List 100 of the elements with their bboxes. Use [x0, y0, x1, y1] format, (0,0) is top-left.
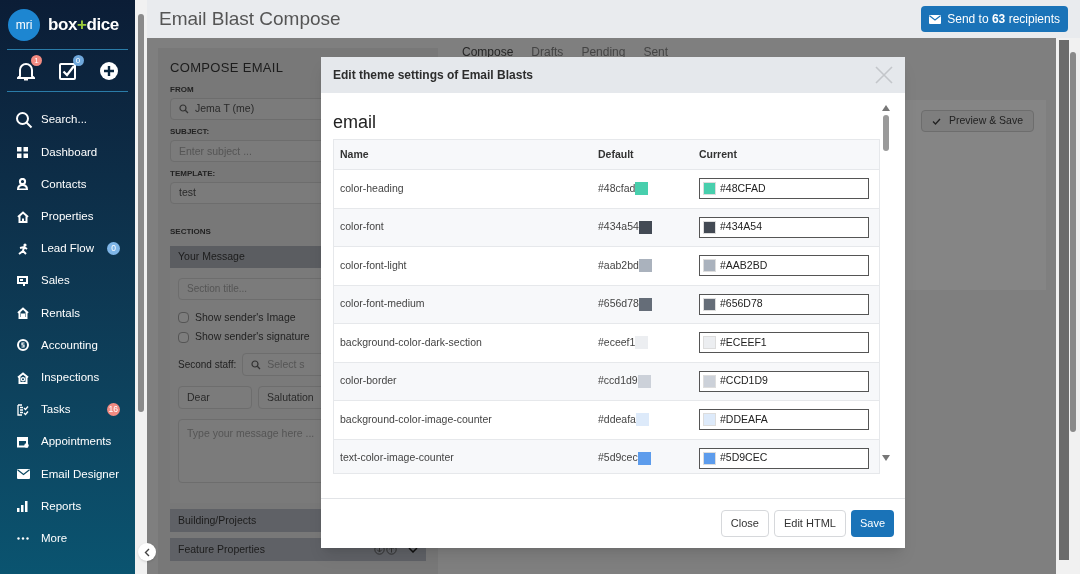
table-cell-text: color-font	[339, 219, 385, 235]
nav-label: Inspections	[41, 369, 100, 385]
color-input[interactable]: #ECEEF1	[699, 332, 869, 354]
person-icon	[17, 178, 28, 191]
coin-icon	[17, 339, 29, 352]
greeting-field[interactable]: Dear	[178, 386, 252, 409]
nav-item[interactable]: Accounting	[7, 329, 128, 362]
scrollbar[interactable]	[1056, 38, 1080, 574]
nav-label: Search...	[41, 112, 88, 128]
column-header: Name	[339, 146, 370, 162]
nav-label: Sales	[41, 273, 70, 289]
color-input[interactable]: #DDEAFA	[699, 409, 869, 431]
nav-item[interactable]: Dashboard	[7, 136, 128, 169]
table-cell-text: #ddeafa	[598, 411, 636, 427]
nav-item[interactable]: Sales	[7, 264, 128, 298]
nav-item[interactable]: Search...	[7, 104, 128, 137]
chevron-left-icon	[144, 547, 150, 557]
scroll-down-icon[interactable]	[882, 455, 890, 461]
check-icon	[931, 117, 941, 125]
nav-label: Rentals	[41, 305, 80, 321]
running-figure-icon	[17, 242, 29, 255]
table-cell-text: #434a54	[598, 219, 639, 235]
scrollbar-thumb[interactable]	[883, 115, 889, 151]
add-icon	[100, 61, 118, 80]
count-badge: 16	[106, 403, 120, 417]
envelope-icon	[929, 14, 942, 24]
field-label: FROM	[170, 83, 194, 96]
house-icon	[17, 307, 29, 320]
page-title: Email Blast Compose	[159, 6, 341, 31]
dialog-button[interactable]: Save	[850, 510, 894, 537]
nav-label: Reports	[41, 498, 82, 514]
checklist-icon	[17, 403, 29, 416]
dialog-button[interactable]: Close	[720, 510, 769, 537]
preview-save-button[interactable]: Preview & Save	[920, 110, 1034, 132]
nav-item[interactable]: Rentals	[7, 297, 128, 330]
nav-item[interactable]: Contacts	[7, 168, 128, 201]
table-cell-text: #aab2bd	[598, 257, 639, 273]
nav-item[interactable]: Tasks 16	[7, 393, 128, 426]
modal-title: Edit theme settings of Email Blasts	[333, 67, 534, 84]
nav-item[interactable]: Inspections	[7, 361, 128, 394]
column-header: Current	[699, 146, 738, 162]
count-badge: 1	[31, 54, 42, 66]
nav-item[interactable]: Lead Flow 0	[7, 232, 128, 265]
nav-label: Dashboard	[41, 144, 98, 160]
register-icon	[17, 275, 28, 287]
brand-name: box+dice	[48, 13, 119, 36]
dialog-button[interactable]: Edit HTML	[773, 510, 846, 537]
search-icon	[15, 111, 33, 130]
checkbox-icon	[58, 61, 77, 80]
field-label: TEMPLATE:	[170, 167, 216, 180]
table-cell-text: color-border	[339, 373, 398, 389]
grid-icon	[17, 146, 28, 158]
color-input[interactable]: #AAB2BD	[699, 255, 869, 277]
field-label: SUBJECT:	[170, 125, 210, 138]
scrollbar[interactable]	[135, 0, 147, 574]
table-cell-text: color-heading	[339, 180, 405, 196]
checkbox-label: Show sender's Image	[195, 309, 296, 325]
table-cell-text: #48cfad	[598, 180, 636, 196]
color-input[interactable]: #48CFAD	[699, 178, 869, 200]
nav-label: More	[41, 530, 68, 546]
nav-item[interactable]: Appointments	[7, 425, 128, 459]
color-input[interactable]: #434A54	[699, 216, 869, 238]
count-badge: 0	[72, 54, 84, 66]
send-button[interactable]: Send to 63 recipients	[921, 6, 1068, 32]
ellipsis-icon	[17, 537, 29, 541]
nav-item[interactable]: More	[7, 522, 128, 555]
scroll-up-icon[interactable]	[882, 105, 890, 111]
checkbox-label: Show sender's signature	[195, 329, 310, 345]
bell-icon	[17, 60, 35, 81]
nav-label: Appointments	[41, 434, 112, 450]
section-heading: COMPOSE EMAIL	[170, 59, 284, 77]
count-badge: 0	[107, 242, 120, 256]
search-icon	[179, 103, 189, 114]
nav-label: Properties	[41, 209, 94, 225]
checkbox[interactable]	[178, 331, 189, 343]
table-cell-text: #5d9cec	[598, 450, 638, 466]
field-label: Second staff:	[178, 358, 237, 372]
color-input[interactable]: #5D9CEC	[699, 447, 869, 469]
calendar-icon	[17, 435, 29, 448]
envelope-icon	[17, 469, 30, 480]
logo-badge: mri	[8, 8, 40, 41]
checkbox[interactable]	[178, 311, 189, 323]
nav-item[interactable]: Email Designer	[7, 458, 128, 491]
color-input[interactable]: #656D78	[699, 293, 869, 315]
table-cell-text: background-color-dark-section	[339, 334, 483, 350]
house-search-icon	[17, 371, 29, 384]
nav-label: Contacts	[41, 176, 87, 192]
table-cell-text: #ccd1d9	[598, 373, 638, 389]
search-icon	[251, 359, 262, 370]
table-cell-text: #656d78	[598, 296, 639, 312]
nav-label: Email Designer	[41, 466, 119, 482]
nav-label: Lead Flow	[41, 241, 95, 257]
column-header: Default	[598, 146, 635, 162]
nav-label: Tasks	[41, 402, 71, 418]
nav-item[interactable]: Reports	[7, 490, 128, 523]
color-input[interactable]: #CCD1D9	[699, 370, 869, 392]
table-cell-text: #eceef1	[598, 334, 636, 350]
chevron-down-icon[interactable]	[408, 546, 418, 553]
nav-item[interactable]: Properties	[7, 200, 128, 233]
field-label: SECTIONS	[170, 225, 211, 238]
